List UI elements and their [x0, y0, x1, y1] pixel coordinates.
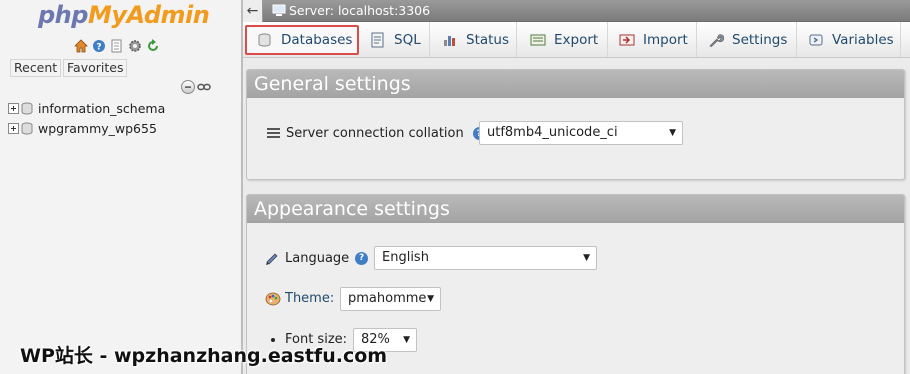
tab-databases[interactable]: Databases [245, 25, 359, 55]
settings-gear-icon[interactable] [127, 38, 142, 53]
tab-label: Settings [732, 31, 788, 48]
help-icon[interactable]: ? [355, 251, 369, 265]
tab-label: Databases [281, 32, 353, 48]
language-icon [266, 253, 278, 265]
tab-export[interactable]: Export [517, 22, 608, 57]
tab-label: Import [643, 31, 688, 48]
database-name[interactable]: wpgrammy_wp655 [38, 121, 157, 136]
server-breadcrumb[interactable]: Server: localhost:3306 [289, 3, 430, 18]
main-content: General settings Server connection colla… [243, 58, 910, 374]
tab-variables[interactable]: Variables [797, 22, 901, 57]
tab-label: Export [554, 31, 599, 48]
chevron-down-icon: ▼ [403, 335, 410, 345]
theme-selected-value: pmahomme [348, 291, 427, 306]
recent-tab[interactable]: Recent [10, 59, 62, 77]
nav-controls [181, 80, 211, 94]
language-select[interactable]: English ▼ [374, 246, 597, 270]
tab-label: Status [466, 31, 510, 48]
collation-select[interactable]: utf8mb4_unicode_ci ▼ [479, 121, 683, 145]
database-icon [21, 122, 33, 134]
tab-status[interactable]: Status [430, 22, 517, 57]
theme-select[interactable]: pmahomme ▼ [340, 287, 441, 311]
language-label: Language [285, 250, 350, 266]
server-icon [272, 4, 286, 16]
tree-item-db-1[interactable]: information_schema [8, 99, 165, 117]
chevron-down-icon: ▼ [669, 128, 676, 138]
status-chart-icon [441, 31, 458, 48]
navigation-panel: phpMyAdmin ? Recent Favorites informatio… [0, 0, 241, 374]
expand-icon[interactable] [8, 122, 19, 134]
database-icon [256, 32, 273, 49]
documentation-icon[interactable] [109, 38, 124, 53]
database-icon [21, 102, 33, 114]
tree-item-db-2[interactable]: wpgrammy_wp655 [8, 119, 157, 137]
server-breadcrumb-bar: ← Server: localhost:3306 [243, 0, 910, 22]
home-icon[interactable] [73, 38, 88, 53]
language-row: Language ? [265, 250, 369, 266]
collation-label: Server connection collation [286, 126, 464, 141]
appearance-settings-heading: Appearance settings [247, 195, 904, 223]
database-name[interactable]: information_schema [38, 101, 165, 116]
phpmyadmin-logo[interactable]: phpMyAdmin [38, 1, 210, 29]
tab-label: Variables [832, 31, 894, 48]
tab-settings[interactable]: Settings [697, 22, 797, 57]
export-icon [529, 31, 546, 48]
collation-row: Server connection collation ? : [267, 126, 492, 141]
sql-icon [369, 31, 386, 48]
chevron-down-icon: ▼ [583, 253, 590, 263]
language-selected-value: English [382, 250, 429, 265]
tab-sql[interactable]: SQL [361, 22, 430, 57]
theme-palette-icon [265, 292, 281, 305]
main-tab-bar: Databases SQL Status Export Import Setti… [243, 22, 910, 58]
link-with-main-panel-icon[interactable] [197, 80, 211, 94]
nav-quick-icons: ? [73, 38, 160, 53]
expand-icon[interactable] [8, 102, 19, 114]
logo-text-php: php [38, 1, 88, 29]
collapse-all-icon[interactable] [181, 80, 195, 94]
svg-text:?: ? [96, 42, 101, 52]
favorites-tab[interactable]: Favorites [63, 59, 128, 77]
general-settings-heading: General settings [247, 70, 904, 98]
variables-icon [807, 31, 824, 48]
wrench-icon [707, 31, 724, 48]
collation-list-icon [267, 128, 280, 138]
tab-label: SQL [394, 31, 421, 48]
help-icon[interactable]: ? [91, 38, 106, 53]
tab-import[interactable]: Import [608, 22, 697, 57]
collapse-navigation-arrow[interactable]: ← [243, 0, 263, 22]
import-icon [618, 31, 635, 48]
chevron-down-icon: ▼ [427, 294, 434, 304]
reload-icon[interactable] [145, 38, 160, 53]
collation-selected-value: utf8mb4_unicode_ci [487, 125, 618, 140]
general-settings-panel: General settings Server connection colla… [246, 69, 905, 180]
watermark-text: WP站长 - wpzhanzhang.eastfu.com [20, 345, 388, 367]
logo-text-myadmin: MyAdmin [87, 1, 210, 29]
theme-link[interactable]: Theme: [285, 291, 334, 306]
theme-row: Theme: [265, 291, 334, 306]
